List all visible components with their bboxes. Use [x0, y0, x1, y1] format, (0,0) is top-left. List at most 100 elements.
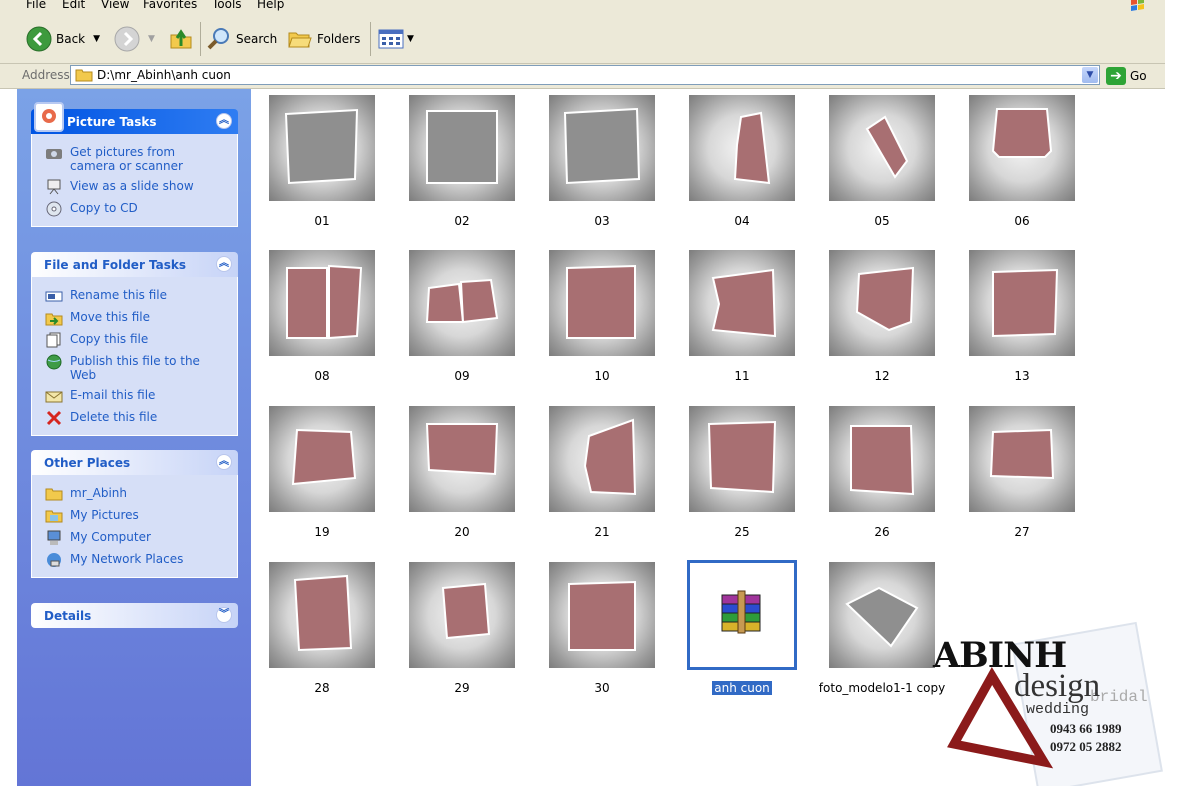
search-button[interactable]: Search — [206, 26, 277, 52]
task-delete[interactable]: Delete this file — [32, 407, 237, 429]
task-copy-to-cd[interactable]: Copy to CD — [32, 198, 237, 220]
file-name-label: 06 — [952, 214, 1092, 228]
thumbnail-image[interactable] — [969, 406, 1075, 512]
computer-icon — [47, 530, 61, 545]
thumbnail-image[interactable] — [689, 95, 795, 201]
thumbnail-image[interactable] — [969, 95, 1075, 201]
details-header[interactable]: Details ︾ — [31, 603, 238, 628]
up-folder-button[interactable] — [168, 26, 194, 52]
back-dropdown-icon[interactable]: ▼ — [93, 34, 100, 44]
file-folder-tasks-header[interactable]: File and Folder Tasks ︽ — [31, 252, 238, 277]
my-pictures-icon — [45, 510, 63, 523]
file-name-label: anh cuon — [672, 681, 812, 695]
thumbnail-image[interactable] — [549, 562, 655, 668]
place-my-computer[interactable]: My Computer — [32, 527, 237, 549]
address-bar: Address D:\mr_Abinh\anh cuon ▼ ➔ Go — [0, 64, 1165, 89]
collapse-chevron-icon[interactable]: ︽ — [216, 256, 232, 272]
rename-icon — [45, 291, 63, 302]
toolbar: Back ▼ ▼ Search Folders ▼ — [0, 16, 1165, 64]
picture-tasks-header[interactable]: Picture Tasks ︽ — [31, 102, 238, 134]
thumbnail-image[interactable] — [409, 95, 515, 201]
menu-edit[interactable]: Edit — [62, 0, 85, 11]
file-name-text: 26 — [874, 525, 890, 539]
forward-dropdown-icon[interactable]: ▼ — [148, 34, 155, 44]
task-publish-web[interactable]: Publish this file to the Web — [32, 351, 237, 385]
back-arrow-icon — [26, 26, 52, 52]
thumbnail-image[interactable] — [269, 95, 375, 201]
file-name-label: 20 — [392, 525, 532, 539]
file-name-text: 10 — [594, 369, 610, 383]
menu-help[interactable]: Help — [257, 0, 284, 11]
expand-chevron-icon[interactable]: ︾ — [216, 607, 232, 623]
thumbnail-image[interactable] — [269, 250, 375, 356]
file-name-label: 11 — [672, 369, 812, 383]
thumbnail-image[interactable] — [409, 250, 515, 356]
file-name-label: 26 — [812, 525, 952, 539]
file-name-label: 28 — [252, 681, 392, 695]
details-title: Details — [44, 609, 92, 623]
thumbnail-image[interactable] — [269, 406, 375, 512]
address-dropdown-icon[interactable]: ▼ — [1082, 67, 1098, 83]
thumbnail-image[interactable] — [549, 406, 655, 512]
forward-arrow-icon — [114, 26, 140, 52]
thumbnail-image[interactable] — [409, 406, 515, 512]
menu-favorites[interactable]: Favorites — [143, 0, 197, 11]
thumbnail-image[interactable] — [549, 95, 655, 201]
task-email[interactable]: E-mail this file — [32, 385, 237, 407]
forward-button[interactable]: ▼ — [114, 26, 155, 52]
slide-show-icon — [47, 179, 61, 195]
thumbnail-image[interactable] — [269, 562, 375, 668]
folders-button[interactable]: Folders — [287, 26, 360, 52]
picture-tasks-icon — [34, 102, 64, 132]
task-label: Publish this file to the Web — [70, 354, 200, 382]
menu-tools[interactable]: Tools — [212, 0, 242, 11]
file-name-label: 03 — [532, 214, 672, 228]
file-name-text: 27 — [1014, 525, 1030, 539]
views-dropdown-icon[interactable]: ▼ — [407, 34, 414, 44]
file-name-text: 03 — [594, 214, 610, 228]
thumbnail-image[interactable] — [829, 406, 935, 512]
address-input[interactable]: D:\mr_Abinh\anh cuon ▼ — [70, 65, 1100, 85]
thumbnail-image[interactable] — [689, 250, 795, 356]
views-button[interactable]: ▼ — [378, 26, 414, 52]
thumbnail-image[interactable] — [829, 562, 935, 668]
thumbnail-image[interactable] — [689, 406, 795, 512]
thumbnail-image[interactable] — [409, 562, 515, 668]
cd-icon — [46, 201, 62, 217]
thumbnail-image[interactable] — [829, 250, 935, 356]
file-name-text: 01 — [314, 214, 330, 228]
file-name-label: 10 — [532, 369, 672, 383]
task-rename[interactable]: Rename this file — [32, 285, 237, 307]
folder-icon — [45, 488, 63, 501]
thumbnail-image[interactable] — [549, 250, 655, 356]
collapse-chevron-icon[interactable]: ︽ — [216, 454, 232, 470]
go-arrow-icon: ➔ — [1106, 67, 1126, 85]
task-get-pictures[interactable]: Get pictures from camera or scanner — [32, 142, 237, 176]
thumbnail-image[interactable] — [829, 95, 935, 201]
task-copy[interactable]: Copy this file — [32, 329, 237, 351]
file-name-text: 21 — [594, 525, 610, 539]
camera-icon — [46, 149, 62, 159]
task-label: Copy to CD — [70, 201, 138, 215]
file-folder-tasks-title: File and Folder Tasks — [44, 258, 187, 272]
file-name-text: anh cuon — [712, 681, 772, 695]
file-name-label: 19 — [252, 525, 392, 539]
collapse-chevron-icon[interactable]: ︽ — [216, 113, 232, 129]
menu-view[interactable]: View — [101, 0, 129, 11]
address-path: D:\mr_Abinh\anh cuon — [97, 68, 231, 82]
go-button[interactable]: ➔ Go — [1106, 67, 1147, 85]
place-mr-abinh[interactable]: mr_Abinh — [32, 483, 237, 505]
thumbnail-image[interactable] — [969, 250, 1075, 356]
file-name-text: 28 — [314, 681, 330, 695]
menu-file[interactable]: File — [26, 0, 46, 11]
place-my-network-places[interactable]: My Network Places — [32, 549, 237, 571]
task-slide-show[interactable]: View as a slide show — [32, 176, 237, 198]
file-name-text: 08 — [314, 369, 330, 383]
task-move[interactable]: Move this file — [32, 307, 237, 329]
back-label: Back — [56, 32, 86, 46]
place-my-pictures[interactable]: My Pictures — [32, 505, 237, 527]
other-places-header[interactable]: Other Places ︽ — [31, 450, 238, 475]
back-button[interactable]: Back ▼ — [26, 26, 100, 52]
file-name-text: 06 — [1014, 214, 1030, 228]
selected-file-frame[interactable] — [687, 560, 797, 670]
